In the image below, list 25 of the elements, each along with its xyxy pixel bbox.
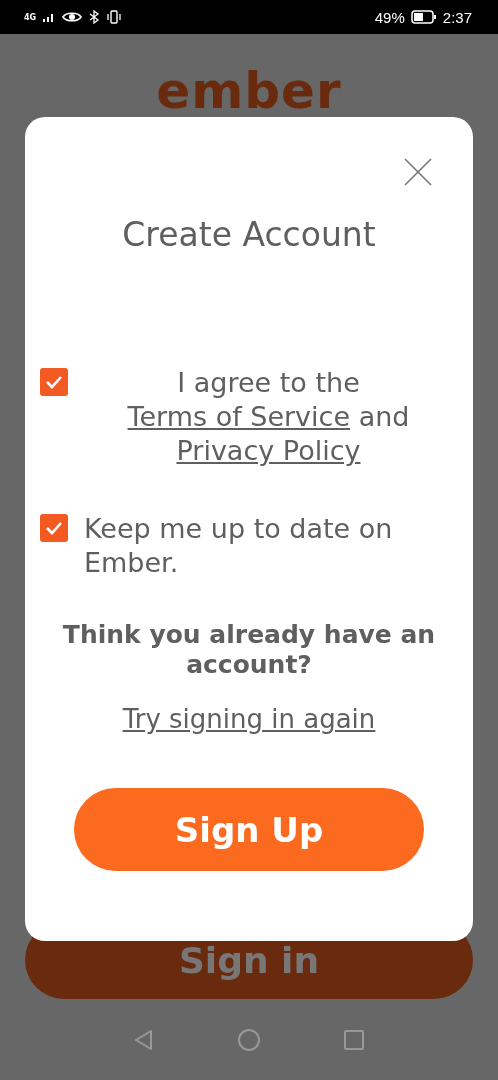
account-prompt: Think you already have an account? [61, 620, 437, 680]
checkbox[interactable] [40, 368, 68, 396]
home-icon [237, 1027, 261, 1052]
battery-icon [410, 10, 437, 24]
option-label: Keep me up to date on Ember. [84, 513, 393, 578]
checkbox[interactable] [40, 514, 68, 542]
option-label: and [358, 401, 410, 432]
ember-logo: ember [156, 66, 342, 116]
vibrate-icon [106, 10, 123, 24]
checkmark-icon [45, 375, 63, 389]
checkmark-icon [45, 521, 63, 535]
close-icon [403, 157, 433, 187]
recents-icon [343, 1028, 365, 1051]
dialog-title: Create Account [122, 215, 376, 254]
back-icon [133, 1028, 155, 1051]
battery-percent: 49% [374, 8, 405, 26]
eye-icon [62, 10, 83, 24]
close-button[interactable] [403, 157, 433, 187]
bluetooth-icon [88, 10, 101, 24]
clock-time: 2:37 [442, 8, 472, 26]
option-label: I agree to the [177, 367, 360, 398]
sign-in-again-link[interactable]: Try signing in again [122, 704, 376, 734]
network-label: 4G [24, 12, 37, 22]
agreement-link[interactable]: Privacy Policy [176, 435, 361, 466]
agreement-link[interactable]: Terms of Service [127, 401, 351, 432]
